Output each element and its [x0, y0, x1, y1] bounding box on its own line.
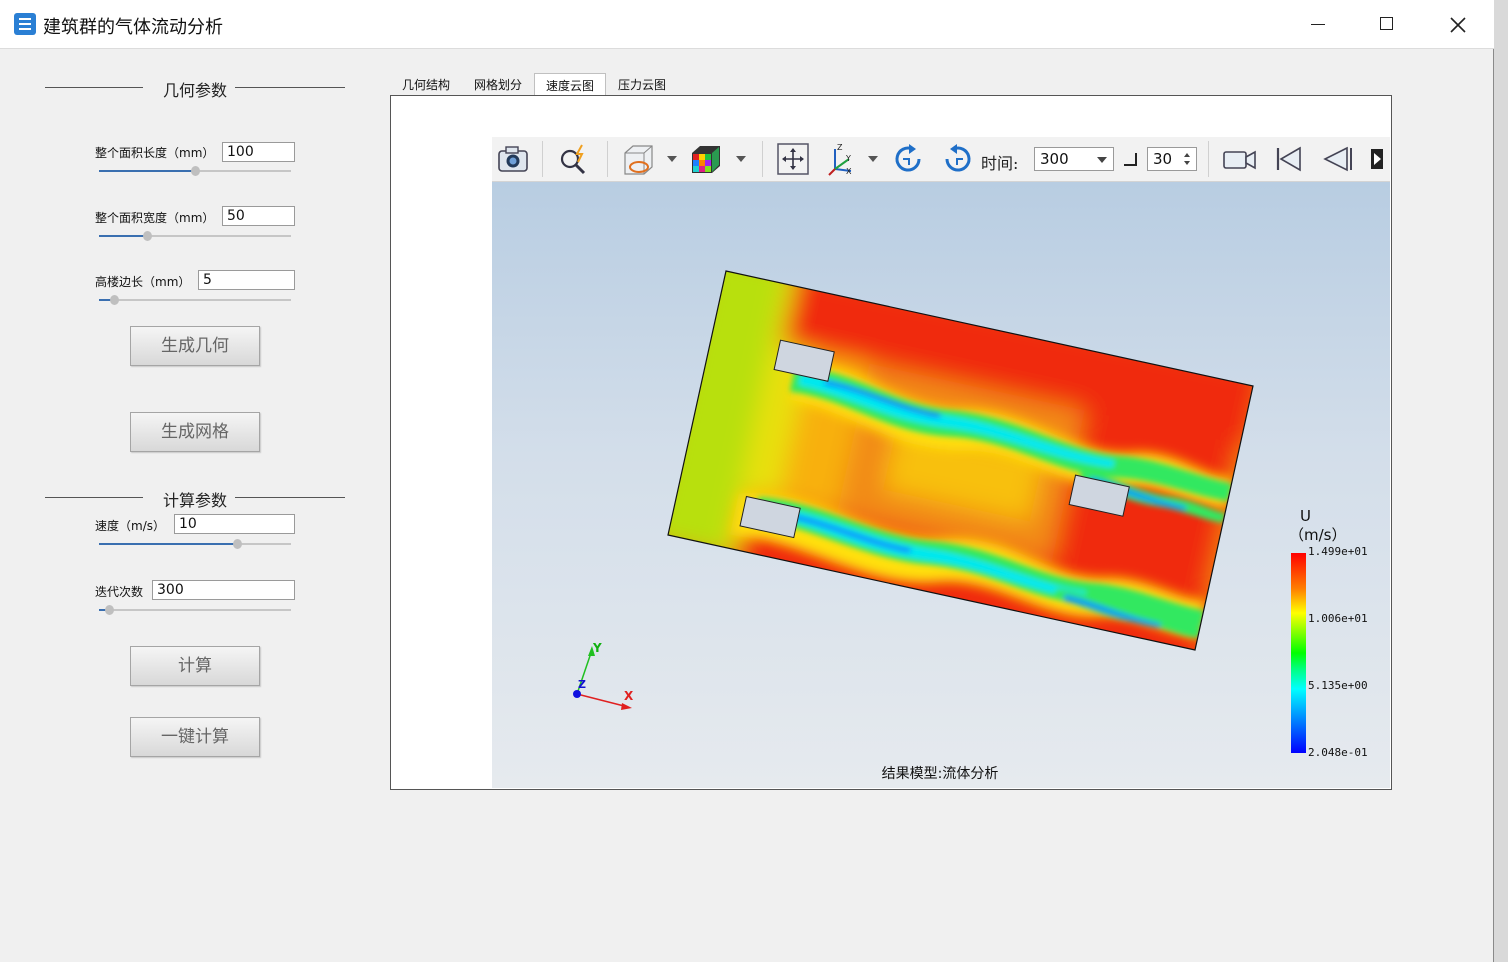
record-video-icon[interactable]	[1222, 141, 1258, 177]
app-icon	[14, 13, 36, 35]
time-select-value: 300	[1040, 150, 1069, 168]
maximize-button[interactable]	[1367, 10, 1407, 40]
iterations-label: 迭代次数	[95, 585, 144, 599]
generate-geometry-button[interactable]: 生成几何	[130, 326, 260, 366]
one-click-compute-button[interactable]: 一键计算	[130, 717, 260, 757]
speed-input[interactable]: 10	[174, 514, 295, 534]
viewer-toolbar: ZYX 时间: 300 30	[492, 137, 1390, 182]
axis-orientation-icon[interactable]: ZYX	[825, 141, 861, 177]
tab-geometry[interactable]: 几何结构	[390, 73, 462, 96]
axis-y-label: Y	[593, 641, 602, 655]
zoom-search-icon[interactable]	[556, 141, 592, 177]
svg-text:Z: Z	[837, 143, 843, 152]
building-size-input[interactable]: 5	[198, 270, 295, 290]
legend-tick-2: 1.006e+01	[1308, 612, 1368, 625]
legend-unit: （m/s）	[1289, 526, 1347, 544]
axis-x-label: X	[624, 689, 634, 703]
screenshot-camera-icon[interactable]	[495, 141, 531, 177]
tab-pressure[interactable]: 压力云图	[606, 73, 678, 96]
axis-orientation-dropdown-icon[interactable]	[868, 156, 878, 162]
legend-tick-3: 5.135e+00	[1308, 679, 1368, 692]
length-label: 整个面积长度（mm）	[95, 146, 215, 160]
rotate-ccw-icon[interactable]	[939, 141, 975, 177]
tab-mesh[interactable]: 网格划分	[462, 73, 534, 96]
building-size-slider[interactable]	[99, 294, 291, 306]
time-select[interactable]: 300	[1034, 147, 1114, 171]
play-icon[interactable]	[1367, 141, 1390, 177]
compute-section-title: 计算参数	[162, 491, 227, 510]
fit-view-icon[interactable]	[775, 141, 811, 177]
main-window: 建筑群的气体流动分析 几何参数 整个面积长度（mm） 100 整个面积宽度（mm…	[0, 0, 1494, 962]
iterations-slider[interactable]	[99, 604, 291, 616]
speed-label: 速度（m/s）	[95, 519, 165, 533]
generate-mesh-button[interactable]: 生成网格	[130, 412, 260, 452]
length-slider[interactable]	[99, 165, 291, 177]
title-bar: 建筑群的气体流动分析	[0, 0, 1494, 49]
legend-tick-max: 1.499e+01	[1308, 545, 1368, 558]
compute-section-header: 计算参数	[45, 487, 345, 510]
rotate-cw-icon[interactable]	[891, 141, 927, 177]
step-checkbox[interactable]	[1124, 153, 1137, 166]
color-bar	[1291, 553, 1306, 753]
step-spinbox-value: 30	[1153, 150, 1173, 168]
flow-domain	[668, 271, 1253, 650]
svg-text:X: X	[846, 167, 852, 176]
window-title: 建筑群的气体流动分析	[43, 17, 223, 38]
first-frame-icon[interactable]	[1271, 141, 1307, 177]
display-mode-icon[interactable]	[619, 141, 655, 177]
color-map-cube-icon[interactable]	[688, 141, 724, 177]
tab-velocity[interactable]: 速度云图	[534, 73, 606, 96]
building-size-label: 高楼边长（mm）	[95, 275, 191, 289]
legend-tick-min: 2.048e-01	[1308, 746, 1368, 759]
speed-slider[interactable]	[99, 538, 291, 550]
spin-down-icon[interactable]	[1184, 161, 1190, 165]
close-icon	[1450, 17, 1466, 33]
previous-frame-icon[interactable]	[1320, 141, 1356, 177]
length-input[interactable]: 100	[222, 142, 295, 162]
geometry-section-header: 几何参数	[45, 77, 345, 100]
step-spinbox[interactable]: 30	[1147, 147, 1197, 171]
spin-up-icon[interactable]	[1184, 153, 1190, 157]
color-map-dropdown-icon[interactable]	[736, 156, 746, 162]
compute-button[interactable]: 计算	[130, 646, 260, 686]
time-label: 时间:	[981, 154, 1019, 173]
display-mode-dropdown-icon[interactable]	[667, 156, 677, 162]
width-label: 整个面积宽度（mm）	[95, 211, 215, 225]
close-button[interactable]	[1438, 10, 1478, 40]
width-input[interactable]: 50	[222, 206, 295, 226]
result-caption: 结果模型:流体分析	[881, 766, 999, 782]
geometry-section-title: 几何参数	[162, 81, 227, 100]
width-slider[interactable]	[99, 230, 291, 242]
legend-title: U	[1300, 507, 1311, 525]
axis-z-label: Z	[578, 678, 586, 691]
chevron-down-icon	[1097, 157, 1107, 163]
minimize-button[interactable]	[1298, 10, 1338, 40]
svg-text:Y: Y	[845, 154, 851, 163]
iterations-input[interactable]: 300	[152, 580, 295, 600]
